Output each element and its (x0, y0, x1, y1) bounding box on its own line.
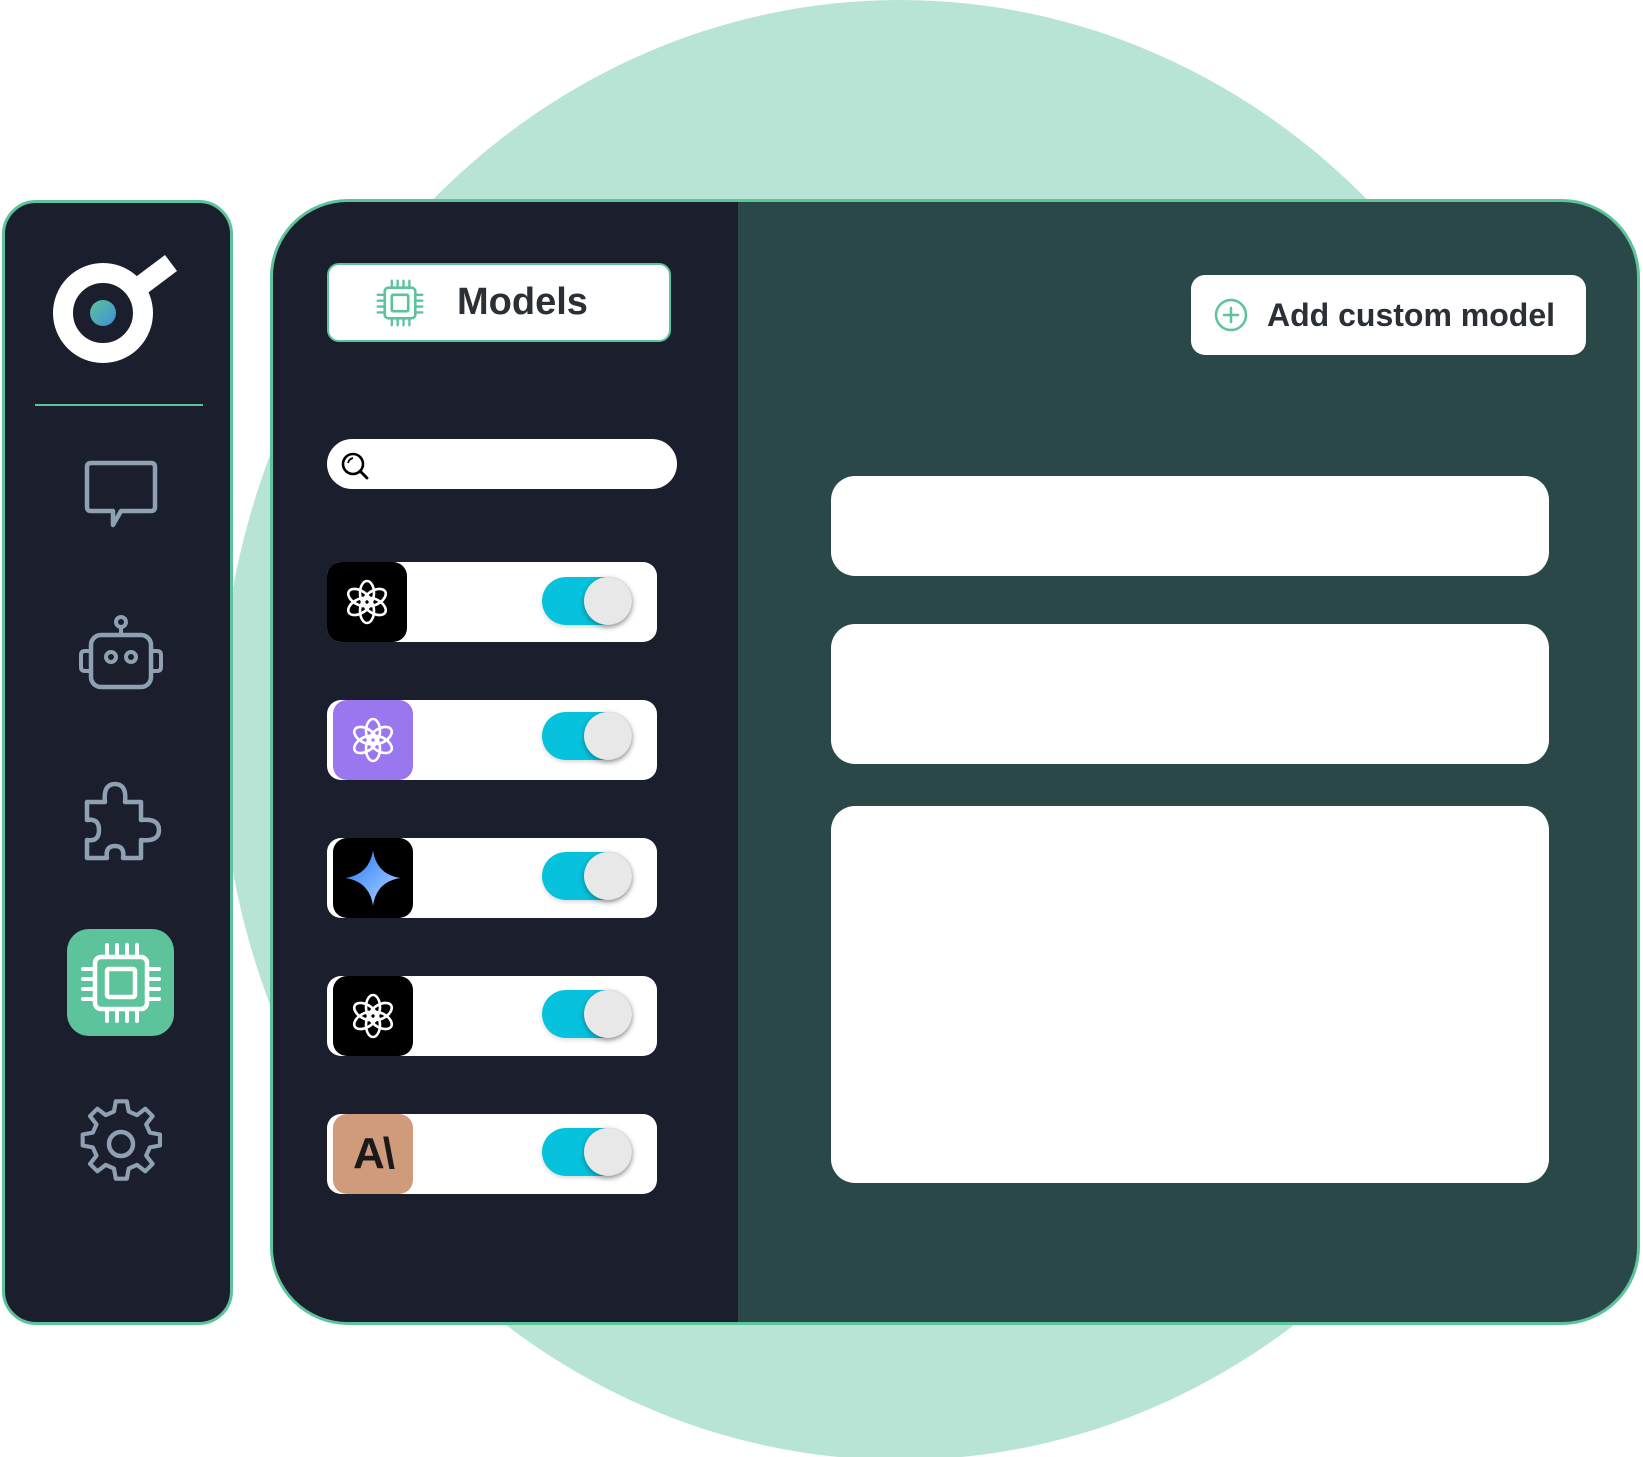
model-row (327, 700, 657, 780)
models-list-pane: Models A\ (273, 202, 738, 1322)
detail-field[interactable] (831, 624, 1549, 764)
model-row: A\ (327, 1114, 657, 1194)
chip-icon (376, 279, 424, 326)
sidebar-item-models[interactable] (67, 929, 174, 1036)
app-logo-icon[interactable] (53, 253, 193, 373)
add-custom-model-label: Add custom model (1267, 296, 1556, 333)
add-custom-model-button[interactable]: Add custom model (1191, 275, 1586, 355)
toggle-knob (584, 712, 632, 760)
gemini-logo-icon (345, 850, 401, 906)
openai-logo-icon (346, 579, 388, 625)
detail-field[interactable] (831, 476, 1549, 576)
sidebar (2, 200, 233, 1325)
model-logo-tile (333, 976, 413, 1056)
detail-textarea[interactable] (831, 806, 1549, 1183)
search-input[interactable] (327, 439, 677, 489)
anthropic-logo-icon: A\ (333, 1114, 413, 1194)
sidebar-item-assistants[interactable] (67, 603, 174, 710)
model-toggle[interactable] (542, 1128, 632, 1176)
anthropic-logo-text: A\ (353, 1129, 395, 1178)
sidebar-divider (35, 404, 203, 406)
main-window: Models A\ Add custom model (270, 199, 1640, 1325)
model-toggle[interactable] (542, 577, 632, 625)
toggle-knob (584, 1128, 632, 1176)
model-logo-tile (333, 700, 413, 780)
model-logo-tile (333, 838, 413, 918)
model-logo-tile (327, 562, 407, 642)
gear-icon (80, 1098, 162, 1181)
model-row (327, 838, 657, 918)
model-toggle[interactable] (542, 712, 632, 760)
robot-icon (78, 614, 163, 689)
openai-logo-icon (352, 717, 394, 763)
sidebar-item-settings[interactable] (67, 1090, 174, 1197)
chip-icon (80, 942, 161, 1023)
model-toggle[interactable] (542, 990, 632, 1038)
openai-logo-icon (352, 993, 394, 1039)
puzzle-icon (84, 781, 161, 860)
toggle-knob (584, 990, 632, 1038)
model-row (327, 976, 657, 1056)
toggle-knob (584, 577, 632, 625)
chat-bubble-icon (84, 460, 157, 527)
page-title: Models (457, 281, 588, 323)
sidebar-item-chat[interactable] (67, 441, 174, 548)
models-header: Models (327, 263, 671, 342)
model-row (327, 562, 657, 642)
toggle-knob (584, 852, 632, 900)
sidebar-item-plugins[interactable] (67, 768, 174, 875)
model-toggle[interactable] (542, 852, 632, 900)
plus-circle-icon (1214, 298, 1248, 332)
